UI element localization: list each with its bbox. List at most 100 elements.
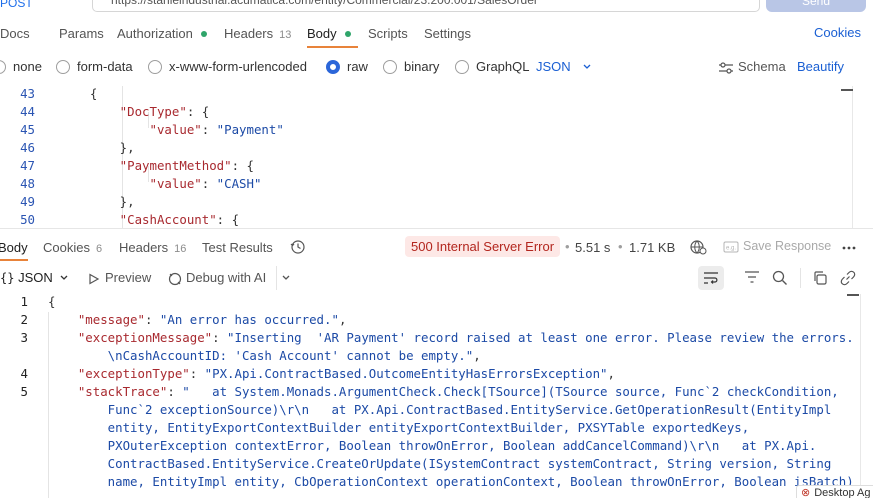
code-token: : [144,312,160,327]
toolbar-divider [276,266,277,290]
save-response-label: Save Response [743,239,832,253]
more-options-icon[interactable] [841,239,857,255]
scrollbar-thumb[interactable] [847,294,859,296]
response-tab-headers[interactable]: Headers 16 [119,240,186,255]
code-token: "Inserting 'AR Payment' record raised at… [227,330,854,345]
request-body-editor[interactable]: 43 {44 "DocType": {45 "value": "Payment"… [0,86,873,228]
radio-label: x-www-form-urlencoded [169,59,307,74]
line-number: 5 [20,384,28,399]
code-token: Func`2 exceptionSource)\r\n at PX.Api.Co… [48,402,832,417]
code-token: : { [216,212,240,227]
response-tab-cookies[interactable]: Cookies 6 [43,240,102,255]
response-time[interactable]: 5.51 s [575,240,610,255]
filter-icon[interactable] [744,270,760,284]
scrollbar-thumb[interactable] [841,89,853,91]
save-response-button[interactable]: e.g. Save Response [723,239,831,253]
response-tabs: Body Cookies 6 Headers 16 Test Results 500… [0,236,873,261]
chevron-down-icon [583,64,591,69]
code-token: }, [60,140,135,155]
radio-label: raw [347,59,368,74]
radio-circle [455,59,469,74]
tab-body[interactable]: Body [307,26,351,41]
tab-count: 16 [174,243,187,255]
beautify-button[interactable]: Beautify [797,59,844,74]
radio-form-data[interactable]: form-data [56,59,133,75]
tab-label: Test Results [202,240,273,255]
wrap-lines-button[interactable] [698,266,724,290]
code-text: "PaymentMethod": { [60,158,254,173]
radio-none[interactable]: none [0,59,42,75]
tab-label: Settings [424,26,471,41]
scrollbar-track [860,294,861,498]
tab-headers[interactable]: Headers 13 [224,26,291,41]
tab-settings[interactable]: Settings [424,26,471,41]
active-tab-indicator [307,46,358,48]
search-icon[interactable] [772,270,788,286]
code-token: , [473,348,481,363]
code-token: , [338,312,347,327]
tab-label: Docs [0,26,30,41]
line-number: 50 [20,212,35,227]
url-input[interactable]: https://stanleindustrial.acumatica.com/e… [92,0,760,12]
schema-button[interactable]: Schema [718,59,786,74]
code-token: \nCashAccountID: 'Cash Account' cannot b… [48,348,474,363]
line-number: 46 [20,140,35,155]
tab-label: Cookies [43,240,90,255]
tab-label: Params [59,26,104,41]
tab-params[interactable]: Params [59,26,104,41]
network-globe-icon[interactable] [689,239,707,255]
copy-icon[interactable] [812,270,828,286]
radio-graphql[interactable]: GraphQL [455,59,529,75]
tab-authorization[interactable]: Authorization [117,26,207,41]
code-token: "Payment" [216,122,284,137]
tab-scripts[interactable]: Scripts [368,26,408,41]
example-icon: e.g. [723,241,739,253]
tab-docs[interactable]: Docs [0,26,30,41]
desktop-agent-badge[interactable]: ⊗ Desktop Ag [796,485,873,498]
code-token: name, EntityImpl entity, CbOperationCont… [48,474,854,489]
code-token: : [212,330,228,345]
scrollbar-track [852,86,853,228]
code-text: "exceptionType": "PX.Api.ContractBased.O… [48,366,615,381]
response-body-viewer[interactable]: 1 {2 "message": "An error has occurred.",… [0,294,873,498]
history-icon[interactable] [290,239,306,255]
radio-circle [0,59,6,74]
response-tab-test-results[interactable]: Test Results [202,240,273,255]
code-text: ContractBased.EntityService.CreateOrUpda… [48,456,832,471]
chevron-down-icon[interactable] [281,274,291,282]
code-token: : [167,384,183,399]
method-select[interactable]: POST [0,0,33,10]
code-token: PXOuterException contextError, Boolean t… [48,438,817,453]
cookies-link[interactable]: Cookies [814,25,861,40]
preview-button[interactable]: Preview [88,270,151,285]
response-format-select[interactable]: {} JSON [0,270,69,285]
code-token: "exceptionType" [48,366,190,381]
tab-label: Headers [119,240,169,255]
radio-binary[interactable]: binary [383,59,439,75]
radio-urlencoded[interactable]: x-www-form-urlencoded [148,59,307,75]
code-token: { [60,86,98,101]
radio-label: form-data [77,59,133,74]
code-token: " at System.Monads.ArgumentCheck.Check[T… [182,384,839,399]
code-text: }, [60,194,135,209]
code-text: { [60,86,97,101]
debug-with-ai-button[interactable]: Debug with AI [168,270,266,286]
request-tabs: Docs Params Authorization Headers 13 Body… [0,20,873,48]
schema-label: Schema [738,59,786,74]
separator-dot: • [618,239,623,254]
send-button[interactable]: Send [766,0,866,12]
radio-raw[interactable]: raw [326,59,368,75]
code-text: { [48,294,55,309]
url-bar: POST https://stanleindustrial.acumatica.… [0,0,873,14]
separator-dot: • [565,239,570,254]
response-tab-body[interactable]: Body [0,240,28,255]
response-size[interactable]: 1.71 KB [629,240,675,255]
body-format-select[interactable]: JSON [536,59,592,74]
pane-divider[interactable] [0,228,873,229]
tab-label: Scripts [368,26,408,41]
code-token: : [189,366,205,381]
link-icon[interactable] [840,270,856,286]
code-token: }, [60,194,135,209]
status-badge[interactable]: 500 Internal Server Error [405,236,561,257]
code-text: "DocType": { [60,104,210,119]
